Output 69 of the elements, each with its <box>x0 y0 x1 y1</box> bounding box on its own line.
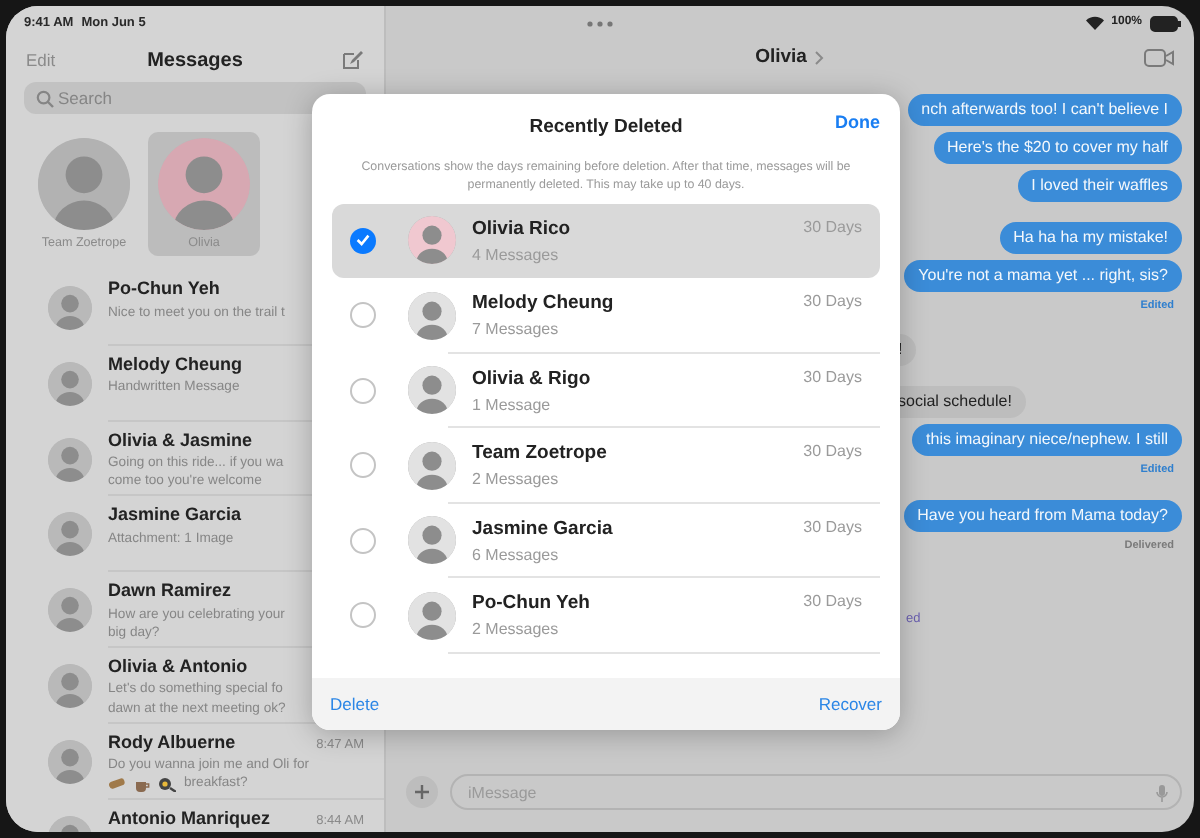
avatar-silhouette <box>158 138 250 230</box>
message-count: 2 Messages <box>472 618 561 643</box>
battery-icon <box>1150 15 1182 31</box>
days-remaining: 30 Days <box>803 215 862 240</box>
sent-message-bubble: Here's the $20 to cover my half <box>933 132 1182 164</box>
chevron-icon[interactable] <box>814 50 825 66</box>
contact-name: Olivia & Antonio <box>108 653 248 680</box>
search-field[interactable]: Search <box>24 82 366 114</box>
sent-message-bubble: nch afterwards too! I can't believe I <box>907 94 1182 126</box>
days-remaining: 30 Days <box>803 365 862 390</box>
contact-name: Olivia & Jasmine <box>108 427 253 454</box>
avatar-silhouette <box>408 366 456 415</box>
sent-message-bubble: Ha ha ha my mistake! <box>999 222 1182 254</box>
contact-name: Melody Cheung <box>108 351 242 378</box>
selection-checkbox[interactable] <box>350 302 376 329</box>
avatar-silhouette <box>38 138 130 230</box>
message-count: 7 Messages <box>472 318 561 343</box>
sent-message-bubble: You're not a mama yet ... right, sis? <box>904 260 1182 292</box>
days-remaining: 30 Days <box>803 590 862 615</box>
message-count: 2 Messages <box>472 468 561 493</box>
pan-icon <box>158 776 176 793</box>
edit-button[interactable]: Edit <box>26 47 56 73</box>
days-remaining: 30 Days <box>803 290 862 315</box>
avatar-silhouette <box>408 216 456 265</box>
microphone-icon[interactable] <box>1156 783 1168 801</box>
compose-icon[interactable] <box>340 48 364 72</box>
conversation-name: Team Zoetrope <box>472 440 607 469</box>
sent-message-bubble: I loved their waffles <box>1017 170 1182 202</box>
dialog-title: Recently Deleted <box>529 114 683 142</box>
selection-checkbox[interactable] <box>350 377 376 404</box>
avatar-silhouette <box>408 291 456 340</box>
contact-name: Rody Albuerne <box>108 729 236 756</box>
delete-button[interactable]: Delete <box>330 691 380 717</box>
selection-checkbox[interactable] <box>350 452 376 479</box>
avatar-silhouette <box>408 441 456 490</box>
add-button[interactable] <box>406 776 438 808</box>
contact-name: Dawn Ramirez <box>108 578 232 605</box>
message-count: 4 Messages <box>472 243 561 268</box>
bread-icon <box>108 776 126 793</box>
conversation-name: Jasmine Garcia <box>472 515 613 544</box>
sent-message-bubble: Have you heard from Mama today? <box>903 499 1182 531</box>
days-remaining: 30 Days <box>803 515 862 540</box>
wifi-icon <box>1085 16 1104 30</box>
avatar-silhouette <box>408 591 456 640</box>
recover-button[interactable]: Recover <box>818 691 882 717</box>
selection-checkbox[interactable] <box>350 527 376 554</box>
checkmark-icon <box>356 234 370 247</box>
multitasking-dots-icon[interactable] <box>586 19 614 27</box>
conversation-name: Po-Chun Yeh <box>472 590 590 619</box>
plus-icon <box>414 784 430 800</box>
avatar-silhouette <box>408 516 456 565</box>
conversation-name: Olivia & Rigo <box>472 365 591 394</box>
selection-checkbox[interactable] <box>350 227 376 254</box>
message-count: 1 Message <box>472 393 553 418</box>
cup-icon <box>134 776 150 793</box>
done-button[interactable]: Done <box>835 110 880 138</box>
conversation-name: Melody Cheung <box>472 290 614 319</box>
conversation-name: Olivia Rico <box>472 215 571 244</box>
days-remaining: 30 Days <box>803 440 862 465</box>
video-call-icon[interactable] <box>1144 48 1174 68</box>
contact-name: Po-Chun Yeh <box>108 276 220 302</box>
message-count: 6 Messages <box>472 543 561 568</box>
sidebar-title: Messages <box>147 48 243 76</box>
contact-name: Jasmine Garcia <box>108 502 242 529</box>
selection-checkbox[interactable] <box>350 602 376 629</box>
sent-message-bubble: this imaginary niece/nephew. I still <box>912 424 1182 457</box>
search-icon <box>36 90 54 108</box>
chat-title[interactable]: Olivia <box>755 43 807 73</box>
contact-name: Antonio Manriquez <box>108 805 270 832</box>
